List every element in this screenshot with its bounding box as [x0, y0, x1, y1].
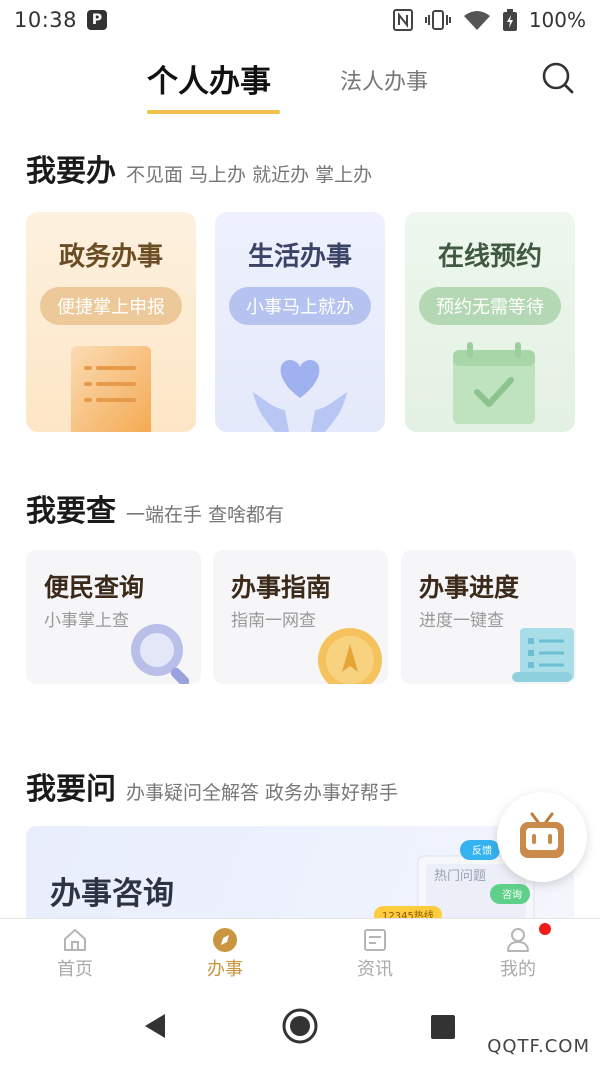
wifi-icon: [463, 9, 491, 31]
card-service-guide[interactable]: 办事指南 指南一网查: [213, 550, 388, 684]
card-service-progress[interactable]: 办事进度 进度一键查: [401, 550, 576, 684]
illus-feedback-text: 反馈: [472, 844, 492, 857]
card-online-booking[interactable]: 在线预约 预约无需等待: [405, 212, 575, 432]
card-title: 政务办事: [58, 242, 163, 272]
heart-hands-icon: [253, 360, 347, 432]
notification-dot: [539, 923, 551, 935]
section-ask-subtitle: 办事疑问全解答 政务办事好帮手: [126, 782, 399, 804]
tab-personal[interactable]: 个人办事: [147, 56, 271, 101]
nav-home[interactable]: 首页: [35, 927, 115, 981]
home-icon: [64, 929, 86, 951]
section-check-subtitle: 一端在手 查啥都有: [126, 504, 285, 526]
recent-apps-icon[interactable]: [430, 1014, 456, 1040]
battery-icon: [502, 9, 517, 31]
section-do-title: 我要办: [26, 154, 116, 189]
watermark: QQTF.COM: [487, 1036, 590, 1057]
news-icon: [364, 929, 386, 951]
vibrate-icon: [424, 10, 451, 30]
compass-icon: [213, 928, 237, 952]
magnifier-icon: [131, 624, 190, 684]
compass-coin-icon: [318, 628, 382, 684]
card-tag: 小事马上就办: [229, 287, 371, 325]
card-subtitle: 指南一网查: [231, 611, 316, 631]
card-subtitle: 进度一键查: [419, 611, 504, 631]
tab-legal[interactable]: 法人办事: [340, 64, 428, 96]
illus-consult-text: 咨询: [502, 888, 522, 901]
section-ask-title: 我要问: [26, 772, 116, 807]
nav-news[interactable]: 资讯: [335, 927, 415, 981]
consult-banner[interactable]: 办事咨询 线上咨询 · 热门问题 · 一键热线 热门问题 反馈 咨询 12345…: [26, 826, 574, 926]
status-bar: 10:38 P 100%: [0, 0, 600, 40]
card-tag: 便捷掌上申报: [40, 287, 182, 325]
nfc-icon: [392, 9, 413, 31]
section-check-title: 我要查: [26, 494, 116, 529]
nav-label: 我的: [500, 959, 536, 980]
robot-assistant-button[interactable]: [497, 792, 587, 882]
bottom-nav: 首页 办事 资讯 我的: [0, 918, 600, 988]
checklist-scroll-icon: [512, 628, 574, 682]
status-icons: 100%: [392, 8, 586, 32]
card-title: 在线预约: [437, 242, 542, 272]
card-subtitle: 小事掌上查: [44, 611, 129, 631]
section-ask-header: 我要问 办事疑问全解答 政务办事好帮手: [26, 764, 398, 808]
robot-icon: [520, 812, 564, 858]
card-public-query[interactable]: 便民查询 小事掌上查: [26, 550, 201, 684]
nav-label: 办事: [207, 959, 243, 980]
system-nav-bar: QQTF.COM: [0, 988, 600, 1067]
card-title: 办事进度: [419, 573, 520, 602]
card-tag: 预约无需等待: [419, 287, 561, 325]
calendar-check-icon: [453, 342, 535, 424]
status-time: 10:38: [14, 8, 78, 32]
top-tabs: 个人办事 法人办事: [0, 52, 600, 116]
section-check-header: 我要查 一端在手 查啥都有: [26, 486, 284, 530]
card-title: 便民查询: [44, 573, 145, 602]
back-icon[interactable]: [143, 1012, 167, 1040]
battery-percent: 100%: [528, 8, 586, 32]
section-do-header: 我要办 不见面 马上办 就近办 掌上办: [26, 146, 372, 190]
p-icon: P: [87, 10, 108, 30]
document-icon: [71, 346, 151, 432]
search-icon[interactable]: [540, 60, 576, 96]
card-life-affairs[interactable]: 生活办事 小事马上就办: [215, 212, 385, 432]
card-title: 办事指南: [231, 573, 332, 602]
card-government-affairs[interactable]: 政务办事 便捷掌上申报: [26, 212, 196, 432]
consult-title: 办事咨询: [50, 876, 174, 912]
tab-active-indicator: [147, 110, 280, 114]
nav-mine[interactable]: 我的: [478, 927, 558, 981]
user-icon: [507, 928, 529, 952]
nav-label: 首页: [57, 959, 93, 980]
nav-services[interactable]: 办事: [185, 927, 265, 981]
home-circle-icon[interactable]: [281, 1007, 319, 1045]
section-do-subtitle: 不见面 马上办 就近办 掌上办: [126, 164, 373, 186]
nav-label: 资讯: [357, 959, 393, 980]
illus-hot-text: 热门问题: [434, 869, 486, 884]
card-title: 生活办事: [247, 242, 352, 272]
